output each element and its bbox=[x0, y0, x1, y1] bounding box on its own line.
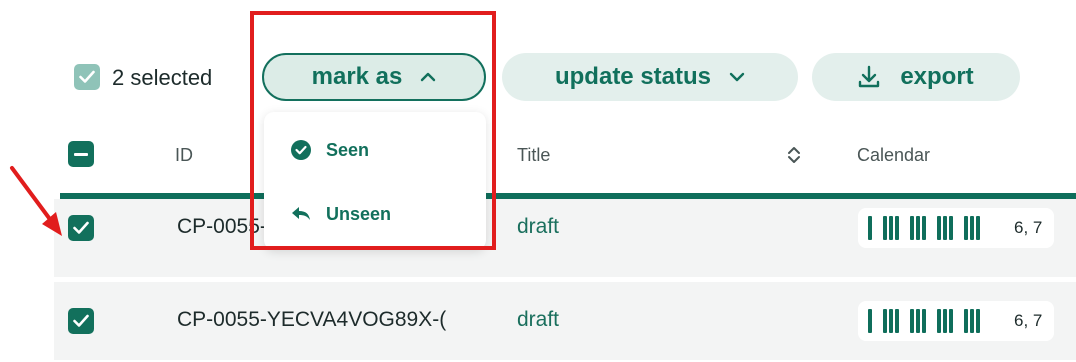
check-icon bbox=[73, 221, 89, 234]
row-title[interactable]: draft bbox=[517, 214, 559, 240]
export-button[interactable]: export bbox=[812, 53, 1020, 101]
column-header-id[interactable]: ID bbox=[175, 144, 193, 166]
row-checkbox[interactable] bbox=[68, 215, 94, 241]
download-icon bbox=[858, 65, 880, 89]
check-icon bbox=[73, 314, 89, 327]
calendar-value: 6, 7 bbox=[1014, 311, 1043, 330]
select-all-indicator[interactable] bbox=[74, 64, 100, 90]
column-header-title[interactable]: Title bbox=[517, 144, 550, 166]
minus-icon bbox=[74, 153, 88, 156]
chevron-down-icon bbox=[729, 72, 745, 82]
calendar-bars bbox=[868, 309, 991, 333]
row-id: CP-0055-YECVA4VOG89X-( bbox=[177, 308, 447, 331]
row-title[interactable]: draft bbox=[517, 307, 559, 333]
annotation-arrow-icon bbox=[6, 164, 68, 245]
calendar-value: 6, 7 bbox=[1014, 218, 1043, 237]
sort-icon[interactable] bbox=[786, 145, 802, 170]
update-status-button[interactable]: update status bbox=[502, 53, 798, 101]
selected-count: 2 selected bbox=[112, 65, 213, 90]
check-icon bbox=[79, 70, 95, 83]
column-header-calendar[interactable]: Calendar bbox=[857, 144, 930, 166]
calendar-bars bbox=[868, 216, 991, 240]
header-select-checkbox[interactable] bbox=[68, 141, 94, 167]
update-status-label: update status bbox=[554, 63, 712, 90]
annotation-highlight-box bbox=[250, 11, 496, 250]
calendar-cell: 6, 7 bbox=[858, 208, 1054, 248]
export-label: export bbox=[900, 63, 974, 90]
calendar-cell: 6, 7 bbox=[858, 301, 1054, 341]
row-checkbox[interactable] bbox=[68, 308, 94, 334]
